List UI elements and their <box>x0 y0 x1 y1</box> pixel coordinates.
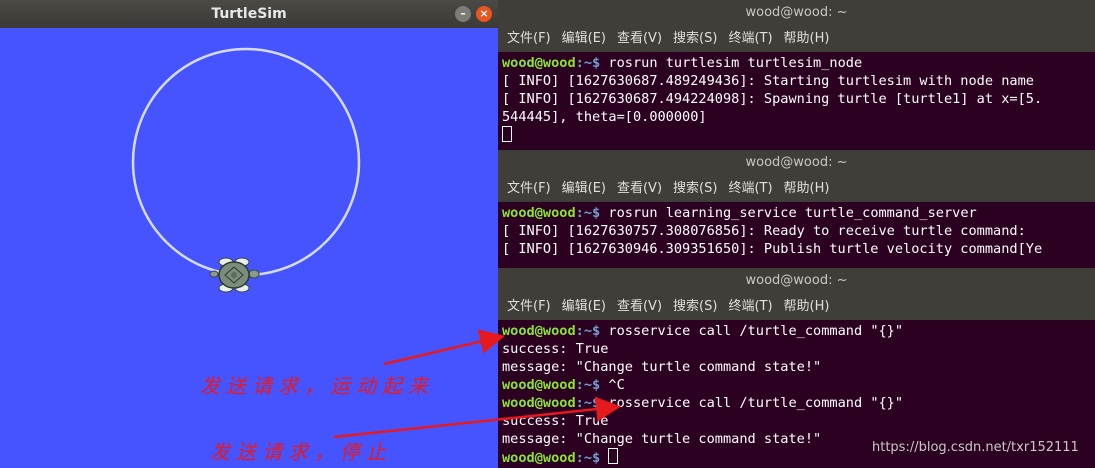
command-text: rosrun learning_service turtle_command_s… <box>608 205 977 221</box>
output-line: success: True <box>502 341 609 357</box>
output-line: [ INFO] [1627630757.308076856]: Ready to… <box>502 223 1026 239</box>
terminal-title: wood@wood: ~ <box>498 150 1095 176</box>
prompt-line: wood@wood:~$ ^C <box>502 376 1091 394</box>
terminal-menubar: 文件(F) 编辑(E) 查看(V) 搜索(S) 终端(T) 帮助(H) <box>498 176 1095 202</box>
menu-edit[interactable]: 编辑(E) <box>562 299 606 314</box>
output-line: [ INFO] [1627630687.494224098]: Spawning… <box>502 91 1043 107</box>
menu-file[interactable]: 文件(F) <box>507 181 551 196</box>
watermark-text: https://blog.csdn.net/txr152111 <box>872 440 1079 455</box>
command-text: rosservice call /turtle_command "{}" <box>608 323 904 339</box>
terminal-window-3[interactable]: wood@wood: ~ 文件(F) 编辑(E) 查看(V) 搜索(S) 终端(T) 帮助… <box>498 268 1095 468</box>
prompt-line: wood@wood:~$ rosrun turtlesim turtlesim_… <box>502 54 1091 72</box>
terminal-output[interactable]: wood@wood:~$ rosrun learning_service tur… <box>498 202 1095 258</box>
prompt-user: wood@wood <box>502 450 576 466</box>
prompt-path: :~$ <box>575 395 609 411</box>
terminal-title: wood@wood: ~ <box>498 268 1095 294</box>
prompt-path: :~$ <box>575 450 609 466</box>
terminal-window-1[interactable]: wood@wood: ~ 文件(F) 编辑(E) 查看(V) 搜索(S) 终端(T) 帮助… <box>498 0 1095 150</box>
command-text: ^C <box>608 377 625 393</box>
terminal-cursor <box>608 448 619 464</box>
output-line: success: True <box>502 413 609 429</box>
prompt-user: wood@wood <box>502 377 576 393</box>
terminal-output[interactable]: wood@wood:~$ rosrun turtlesim turtlesim_… <box>498 52 1095 145</box>
turtlesim-canvas <box>131 47 361 293</box>
menu-view[interactable]: 查看(V) <box>617 299 662 314</box>
menu-help[interactable]: 帮助(H) <box>784 181 830 196</box>
menu-edit[interactable]: 编辑(E) <box>562 181 606 196</box>
prompt-line: wood@wood:~$ rosservice call /turtle_com… <box>502 394 1091 412</box>
annotation-stop-label: 发送请求，停止 <box>210 440 392 464</box>
prompt-path: :~$ <box>575 55 609 71</box>
menu-terminal[interactable]: 终端(T) <box>728 31 772 46</box>
menu-search[interactable]: 搜索(S) <box>673 31 717 46</box>
prompt-path: :~$ <box>575 377 609 393</box>
menu-terminal[interactable]: 终端(T) <box>728 181 772 196</box>
prompt-path: :~$ <box>575 205 609 221</box>
prompt-user: wood@wood <box>502 55 576 71</box>
menu-view[interactable]: 查看(V) <box>617 31 662 46</box>
annotation-start-label: 发送请求，运动起来 <box>200 374 434 398</box>
turtlesim-title: TurtleSim <box>211 6 287 22</box>
terminal-cursor <box>502 126 512 142</box>
output-line: message: "Change turtle command state!" <box>502 359 822 375</box>
terminal-window-2[interactable]: wood@wood: ~ 文件(F) 编辑(E) 查看(V) 搜索(S) 终端(T) 帮助… <box>498 150 1095 268</box>
prompt-line: wood@wood:~$ rosservice call /turtle_com… <box>502 322 1091 340</box>
prompt-user: wood@wood <box>502 323 576 339</box>
menu-help[interactable]: 帮助(H) <box>784 299 830 314</box>
menu-file[interactable]: 文件(F) <box>507 299 551 314</box>
output-line: [ INFO] [1627630687.489249436]: Starting… <box>502 73 1034 89</box>
menu-file[interactable]: 文件(F) <box>507 31 551 46</box>
menu-terminal[interactable]: 终端(T) <box>728 299 772 314</box>
menu-help[interactable]: 帮助(H) <box>784 31 830 46</box>
terminal-menubar: 文件(F) 编辑(E) 查看(V) 搜索(S) 终端(T) 帮助(H) <box>498 294 1095 320</box>
output-line: 544445], theta=[0.000000] <box>502 109 707 125</box>
menu-view[interactable]: 查看(V) <box>617 181 662 196</box>
command-text: rosrun turtlesim turtlesim_node <box>608 55 863 71</box>
command-text: rosservice call /turtle_command "{}" <box>608 395 904 411</box>
prompt-user: wood@wood <box>502 205 576 221</box>
menu-search[interactable]: 搜索(S) <box>673 299 717 314</box>
turtle-path-circle <box>131 47 361 277</box>
menu-search[interactable]: 搜索(S) <box>673 181 717 196</box>
output-line: [ INFO] [1627630946.309351650]: Publish … <box>502 241 1043 257</box>
prompt-path: :~$ <box>575 323 609 339</box>
menu-edit[interactable]: 编辑(E) <box>562 31 606 46</box>
turtle-icon <box>209 257 260 293</box>
turtlesim-titlebar[interactable]: TurtleSim – × <box>0 0 498 28</box>
close-icon[interactable]: × <box>476 6 492 22</box>
terminal-menubar: 文件(F) 编辑(E) 查看(V) 搜索(S) 终端(T) 帮助(H) <box>498 26 1095 52</box>
prompt-line: wood@wood:~$ rosrun learning_service tur… <box>502 204 1091 222</box>
prompt-user: wood@wood <box>502 395 576 411</box>
minimize-icon[interactable]: – <box>455 6 471 22</box>
terminal-title: wood@wood: ~ <box>498 0 1095 26</box>
